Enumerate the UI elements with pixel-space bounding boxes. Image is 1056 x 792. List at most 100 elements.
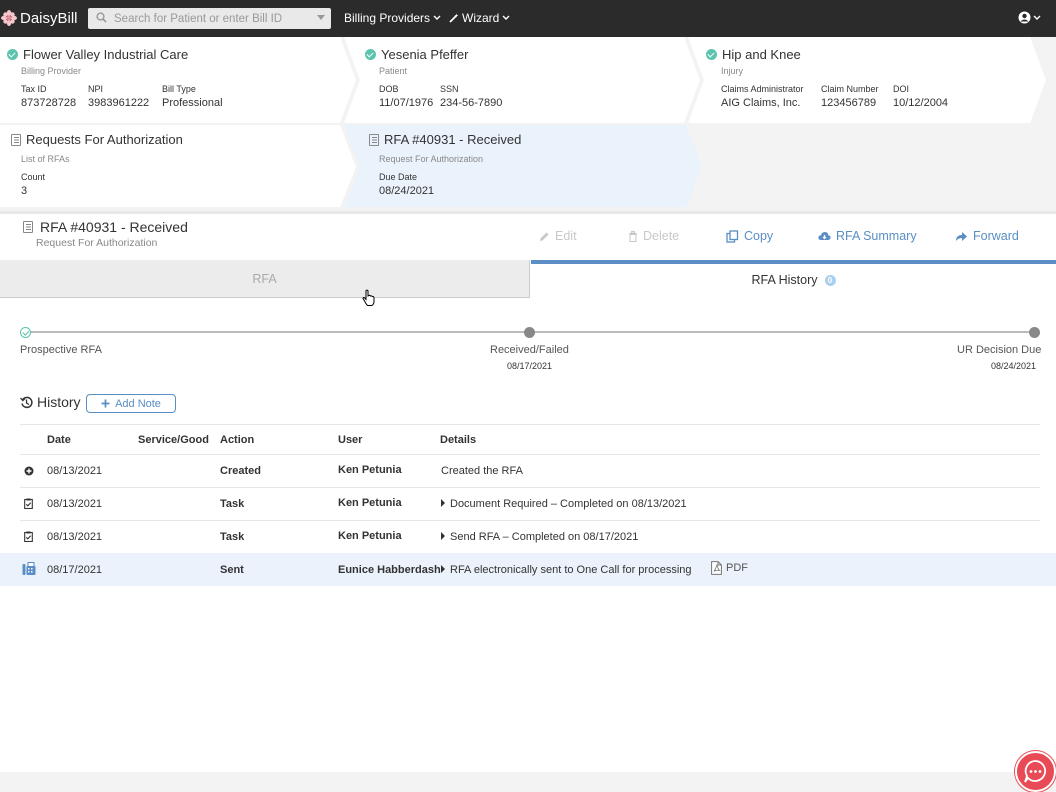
dob-value: 11/07/1976 [379,97,434,109]
doi-label: DOI [893,84,910,94]
billing-providers-label: Billing Providers [344,11,431,25]
row-details-toggle[interactable]: RFA electronically sent to One Call for … [441,564,692,576]
row-details-toggle[interactable]: Document Required – Completed on 08/13/2… [441,498,687,510]
table-row: 08/13/2021 Task Ken Petunia Document Req… [20,488,1040,521]
pdf-link[interactable]: PDF [711,561,748,575]
user-menu[interactable] [1018,11,1041,24]
rfa-card-title: RFA #40931 - Received [384,132,522,147]
check-circle-icon [7,49,18,60]
edit-button[interactable]: Edit [539,229,577,243]
injury-subtitle: Injury [721,66,744,76]
forward-button[interactable]: Forward [955,229,1019,243]
check-circle-icon [706,49,717,60]
cloud-download-icon [818,231,831,240]
page-subtitle: Request For Authorization [36,237,158,249]
table-row: 08/17/2021 Sent Eunice Habberdash RFA el… [0,553,1056,586]
bill-type-value: Professional [162,97,223,109]
count-value: 3 [21,185,28,197]
history-heading: History [20,394,81,410]
chevron-down-icon [1033,15,1041,20]
rfa-list-subtitle: List of RFAs [21,154,70,164]
doi-value: 10/12/2004 [893,97,949,109]
chat-button[interactable] [1015,751,1056,792]
rfa-summary-button[interactable]: RFA Summary [818,229,917,243]
patient-name: Yesenia Pfeffer [381,47,469,62]
delete-button[interactable]: Delete [628,229,679,243]
row-date: 08/13/2021 [47,498,103,510]
copy-label: Copy [744,229,774,243]
npi-label: NPI [88,84,104,94]
forward-label: Forward [973,229,1019,243]
add-note-button[interactable]: Add Note [86,394,176,413]
row-date: 08/17/2021 [47,564,103,576]
tab-history-label: RFA History [751,273,818,287]
document-icon [11,133,21,146]
search-icon [96,12,107,23]
due-date-label: Due Date [379,172,418,182]
column-header: Date [47,434,71,446]
plus-circle-icon [24,466,34,476]
copy-button[interactable]: Copy [726,229,773,243]
claim-number-value: 123456789 [821,97,877,109]
chat-bubble-icon [1024,760,1047,783]
brand-logo[interactable]: DaisyBill [0,8,78,28]
tab-rfa-label: RFA [252,272,277,286]
hand-cursor-icon [362,289,375,306]
daisy-logo-icon [1,10,17,26]
document-icon [369,133,379,146]
clipboard-check-icon [24,531,33,542]
row-details: RFA electronically sent to One Call for … [450,564,692,576]
billing-providers-menu[interactable]: Billing Providers [344,11,441,25]
row-user: Eunice Habberdash [338,564,441,576]
user-circle-icon [1018,11,1031,24]
bill-type-label: Bill Type [162,84,196,94]
wizard-menu[interactable]: Wizard [449,11,510,25]
fax-icon [22,562,36,575]
chevron-down-icon[interactable] [317,15,325,21]
add-note-label: Add Note [115,397,161,410]
history-count-badge: 0 [824,275,836,287]
provider-subtitle: Billing Provider [21,66,82,76]
search-input[interactable] [114,10,304,27]
check-circle-icon [365,49,376,60]
row-user: Ken Petunia [338,464,402,476]
wizard-label: Wizard [462,11,500,25]
rfa-list-title: Requests For Authorization [26,132,183,147]
claims-admin-label: Claims Administrator [721,84,804,94]
page-footer [0,772,1056,792]
dob-label: DOB [379,84,399,94]
copy-icon [726,229,739,243]
caret-right-icon [441,565,445,573]
history-icon [20,396,33,408]
chevron-down-icon [502,15,510,20]
history-title: History [37,394,81,410]
tab-rfa-history[interactable]: RFA History 0 [531,260,1056,298]
timeline-step-date: 08/17/2021 [507,361,553,371]
row-user: Ken Petunia [338,497,402,509]
row-date: 08/13/2021 [47,531,103,543]
tab-rfa[interactable]: RFA [0,260,530,298]
claim-number-label: Claim Number [821,84,879,94]
tax-id-value: 873728728 [21,97,77,109]
count-label: Count [21,172,46,182]
page-title-text: RFA #40931 - Received [40,219,188,235]
injury-name: Hip and Knee [722,47,801,62]
row-details-toggle[interactable]: Send RFA – Completed on 08/17/2021 [441,531,638,543]
delete-label: Delete [643,229,680,243]
timeline-step-label: Prospective RFA [20,344,102,356]
brand-name: DaisyBill [20,9,78,27]
timeline-step-dot [524,327,535,338]
column-header: Details [440,434,477,446]
npi-value: 3983961222 [88,97,150,109]
column-header: Action [220,434,255,446]
row-action: Task [220,498,245,510]
pdf-file-icon [711,561,722,575]
share-arrow-icon [956,231,967,241]
edit-label: Edit [555,229,577,243]
row-date: 08/13/2021 [47,465,103,477]
timeline-step-dot [1029,327,1040,338]
chevron-down-icon [433,15,441,20]
top-navbar: DaisyBill Billing Providers Wizard [0,0,1056,37]
patient-search[interactable] [88,8,331,29]
timeline-step-label: UR Decision Due [957,344,1042,356]
